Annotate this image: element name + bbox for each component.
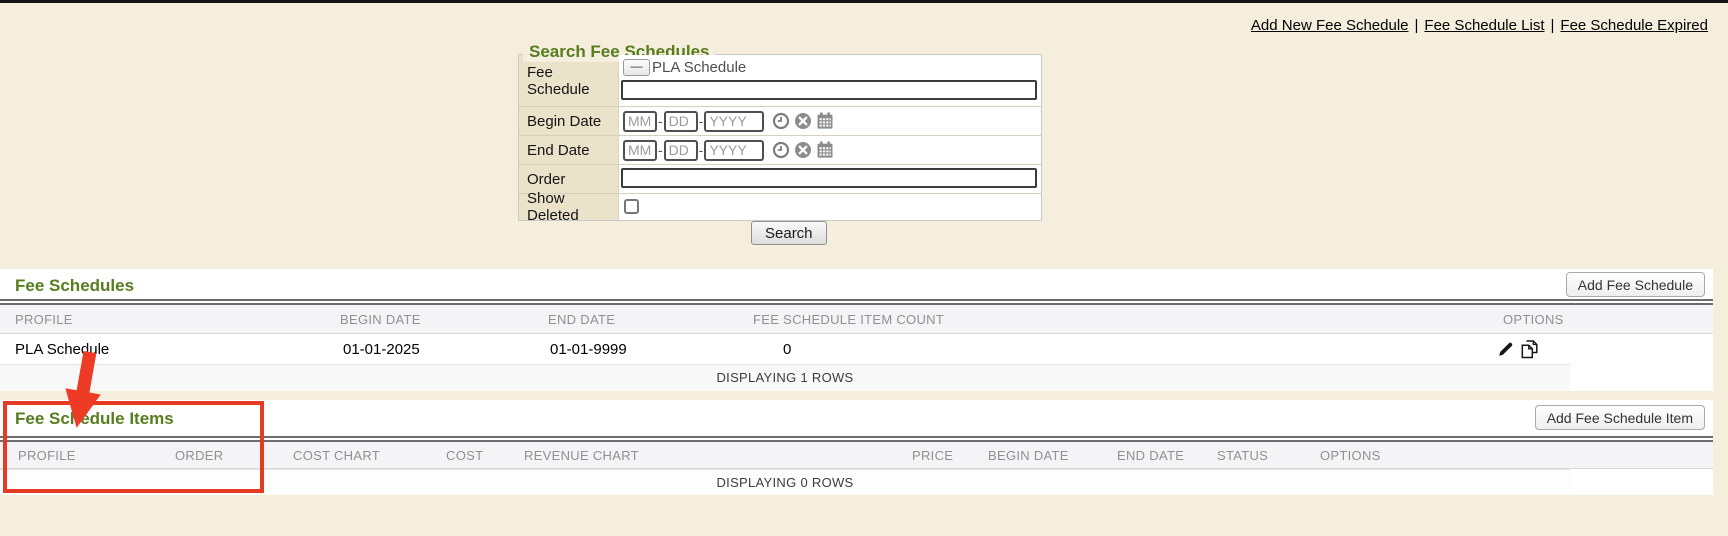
order-label: Order bbox=[519, 165, 619, 193]
begin-date-label: Begin Date bbox=[519, 107, 619, 135]
add-fee-schedule-button[interactable]: Add Fee Schedule bbox=[1566, 272, 1705, 297]
clear-icon[interactable] bbox=[794, 141, 812, 159]
search-button[interactable]: Search bbox=[751, 221, 827, 245]
fee-schedule-items-section: Fee Schedule Items Add Fee Schedule Item… bbox=[0, 400, 1713, 495]
begin-date-day-input[interactable] bbox=[664, 111, 698, 132]
show-deleted-label: Show Deleted bbox=[519, 194, 619, 220]
fee-schedules-header-row: PROFILE BEGIN DATE END DATE FEE SCHEDULE… bbox=[0, 305, 1713, 334]
column-header-begin-date: BEGIN DATE bbox=[340, 305, 421, 333]
column-header-cost: COST bbox=[446, 442, 483, 468]
selected-fee-schedule-value: PLA Schedule bbox=[652, 59, 746, 76]
column-header-profile: PROFILE bbox=[15, 305, 73, 333]
edit-icon[interactable] bbox=[1497, 340, 1515, 358]
column-header-revenue-chart: REVENUE CHART bbox=[524, 442, 639, 468]
end-date-field-row: End Date - - bbox=[519, 136, 1041, 165]
column-header-profile: PROFILE bbox=[18, 442, 76, 468]
cell-profile: PLA Schedule bbox=[15, 334, 109, 364]
column-header-end-date: END DATE bbox=[1117, 442, 1184, 468]
date-separator: - bbox=[658, 142, 663, 158]
column-header-item-count: FEE SCHEDULE ITEM COUNT bbox=[753, 305, 944, 333]
column-header-price: PRICE bbox=[912, 442, 953, 468]
begin-date-year-input[interactable] bbox=[704, 111, 764, 132]
nav-separator: | bbox=[1551, 17, 1555, 34]
fee-schedule-field-row: Fee Schedule — PLA Schedule bbox=[519, 55, 1041, 107]
fee-schedule-label: Fee Schedule bbox=[519, 55, 619, 106]
end-date-month-input[interactable] bbox=[623, 140, 657, 161]
column-header-options: OPTIONS bbox=[1320, 442, 1381, 468]
end-date-year-input[interactable] bbox=[704, 140, 764, 161]
link-fee-schedule-list[interactable]: Fee Schedule List bbox=[1424, 17, 1544, 34]
column-header-order: ORDER bbox=[175, 442, 223, 468]
clear-icon[interactable] bbox=[794, 112, 812, 130]
column-header-options: OPTIONS bbox=[1503, 305, 1564, 333]
search-fee-schedules-panel: Search Fee Schedules Fee Schedule — PLA … bbox=[518, 54, 1042, 221]
column-header-cost-chart: COST CHART bbox=[293, 442, 380, 468]
column-header-status: STATUS bbox=[1217, 442, 1268, 468]
link-add-new-fee-schedule[interactable]: Add New Fee Schedule bbox=[1251, 17, 1409, 34]
date-separator: - bbox=[658, 113, 663, 129]
show-deleted-field-row: Show Deleted bbox=[519, 194, 1041, 220]
fee-schedule-items-title: Fee Schedule Items bbox=[15, 409, 174, 429]
column-header-end-date: END DATE bbox=[548, 305, 615, 333]
fee-schedule-items-row-count: DISPLAYING 0 ROWS bbox=[0, 469, 1570, 495]
fee-schedule-page: Add New Fee Schedule | Fee Schedule List | F… bbox=[0, 0, 1728, 536]
calendar-icon[interactable] bbox=[816, 112, 834, 130]
table-row: PLA Schedule 01-01-2025 01-01-9999 0 bbox=[0, 334, 1713, 364]
copy-icon[interactable] bbox=[1519, 340, 1539, 359]
add-fee-schedule-item-button[interactable]: Add Fee Schedule Item bbox=[1535, 405, 1705, 430]
begin-date-field-row: Begin Date - - bbox=[519, 107, 1041, 136]
end-date-day-input[interactable] bbox=[664, 140, 698, 161]
clock-icon[interactable] bbox=[772, 112, 790, 130]
order-input[interactable] bbox=[621, 168, 1037, 188]
show-deleted-checkbox[interactable] bbox=[624, 199, 639, 214]
fee-schedule-items-header-row: PROFILE ORDER COST CHART COST REVENUE CH… bbox=[0, 442, 1713, 469]
cell-end-date: 01-01-9999 bbox=[550, 334, 627, 364]
fee-schedules-title: Fee Schedules bbox=[15, 276, 134, 296]
top-nav: Add New Fee Schedule | Fee Schedule List | F… bbox=[1251, 17, 1708, 34]
column-header-begin-date: BEGIN DATE bbox=[988, 442, 1069, 468]
remove-selected-schedule-button[interactable]: — bbox=[623, 59, 650, 76]
clock-icon[interactable] bbox=[772, 141, 790, 159]
end-date-label: End Date bbox=[519, 136, 619, 164]
cell-begin-date: 01-01-2025 bbox=[343, 334, 420, 364]
date-separator: - bbox=[699, 142, 704, 158]
fee-schedule-search-input[interactable] bbox=[621, 80, 1037, 100]
begin-date-month-input[interactable] bbox=[623, 111, 657, 132]
link-fee-schedule-expired[interactable]: Fee Schedule Expired bbox=[1560, 17, 1708, 34]
date-separator: - bbox=[699, 113, 704, 129]
calendar-icon[interactable] bbox=[816, 141, 834, 159]
nav-separator: | bbox=[1415, 17, 1419, 34]
fee-schedules-section: Fee Schedules Add Fee Schedule PROFILE B… bbox=[0, 269, 1713, 391]
cell-item-count: 0 bbox=[783, 334, 791, 364]
fee-schedules-row-count: DISPLAYING 1 ROWS bbox=[0, 364, 1570, 391]
